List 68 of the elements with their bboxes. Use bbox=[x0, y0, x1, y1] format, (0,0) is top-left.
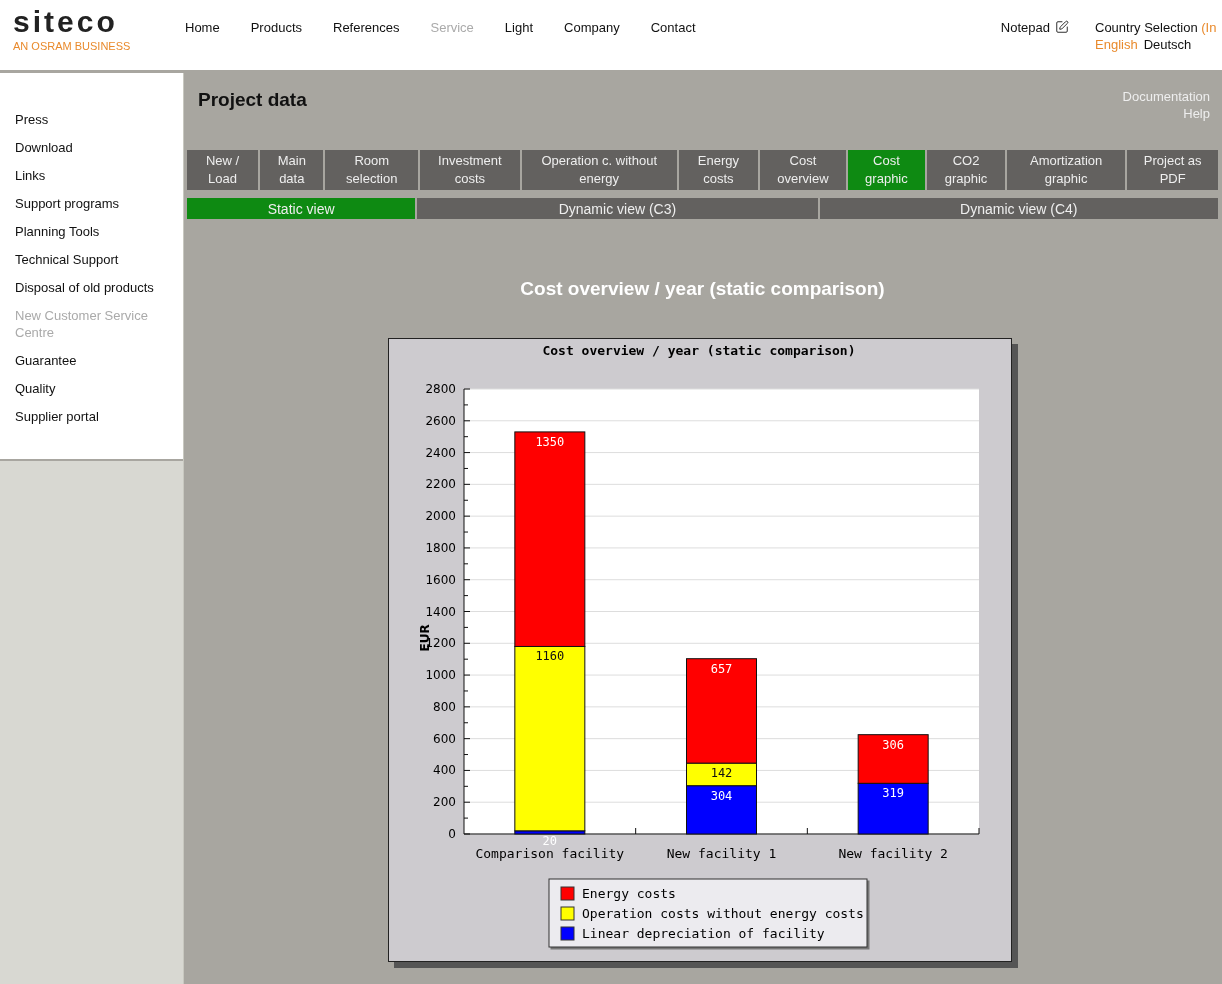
y-tick-label: 2600 bbox=[425, 413, 456, 428]
view-tab[interactable]: Dynamic view (C3) bbox=[417, 198, 818, 219]
bar-segment bbox=[857, 782, 929, 835]
y-tick-label: 2800 bbox=[425, 382, 456, 396]
category-label: New facility 1 bbox=[666, 846, 777, 861]
y-tick-label: 1600 bbox=[425, 572, 456, 587]
nav-link[interactable]: Contact bbox=[650, 20, 696, 35]
view-tab[interactable]: Static view bbox=[187, 198, 416, 219]
tab[interactable]: Investment costs bbox=[420, 150, 520, 190]
tab[interactable]: Main data bbox=[260, 150, 324, 190]
tab[interactable]: Operation c. without energy bbox=[521, 150, 677, 190]
tagline: AN OSRAM BUSINESS bbox=[13, 40, 132, 52]
sidebar-item[interactable]: Technical Support bbox=[15, 251, 165, 268]
chart-title: Cost overview / year (static comparison) bbox=[542, 343, 856, 358]
notepad-link[interactable]: Notepad bbox=[1000, 20, 1069, 36]
sidebar-item[interactable]: Planning Tools bbox=[15, 223, 165, 240]
tab[interactable]: Amortization graphic bbox=[1006, 150, 1126, 190]
y-tick-label: 1000 bbox=[425, 668, 456, 683]
y-tick-label: 400 bbox=[433, 763, 456, 778]
chart-heading: Cost overview / year (static comparison) bbox=[519, 278, 886, 300]
bar-value-label: 1160 bbox=[535, 649, 565, 664]
y-tick-label: 600 bbox=[433, 731, 456, 746]
legend-label: Energy costs bbox=[582, 886, 676, 901]
y-tick-label: 200 bbox=[433, 795, 456, 810]
country-selection-link[interactable]: Country Selection (In bbox=[1095, 20, 1222, 35]
language-link[interactable]: Deutsch bbox=[1143, 37, 1192, 52]
bar-value-label: 306 bbox=[882, 737, 904, 752]
logo[interactable]: siteco bbox=[13, 6, 185, 38]
sidebar-item[interactable]: Quality bbox=[15, 380, 165, 397]
bar-value-label: 1350 bbox=[535, 434, 565, 449]
category-label: New facility 2 bbox=[838, 846, 948, 861]
sidebar-item[interactable]: Links bbox=[15, 167, 165, 184]
nav-link[interactable]: References bbox=[333, 20, 400, 35]
tab[interactable]: Cost graphic bbox=[847, 150, 926, 190]
bar-value-label: 304 bbox=[710, 788, 733, 803]
y-tick-label: 800 bbox=[433, 699, 456, 714]
tab[interactable]: New / Load bbox=[187, 150, 259, 190]
view-tab[interactable]: Dynamic view (C4) bbox=[819, 198, 1218, 219]
y-tick-label: 1400 bbox=[425, 604, 456, 619]
edit-icon bbox=[1055, 20, 1069, 34]
category-label: Comparison facility bbox=[475, 846, 625, 861]
tab[interactable]: Project as PDF bbox=[1127, 150, 1218, 190]
y-tick-label: 1800 bbox=[425, 540, 456, 555]
sidebar-item[interactable]: Support programs bbox=[15, 195, 165, 212]
bar-value-label: 657 bbox=[710, 661, 733, 676]
y-tick-label: 2200 bbox=[425, 477, 456, 492]
sidebar-item[interactable]: Supplier portal bbox=[15, 408, 165, 425]
nav-link[interactable]: Light bbox=[504, 20, 534, 35]
y-tick-label: 2400 bbox=[425, 445, 456, 460]
legend-label: Operation costs without energy costs bbox=[582, 906, 864, 921]
legend-label: Linear depreciation of facility bbox=[582, 926, 825, 941]
tab[interactable]: Energy costs bbox=[678, 150, 759, 190]
bar-segment bbox=[857, 734, 929, 784]
nav-link[interactable]: Products bbox=[250, 20, 302, 35]
sidebar-item[interactable]: Disposal of old products bbox=[15, 279, 165, 296]
y-tick-label: 0 bbox=[448, 827, 456, 841]
tab[interactable]: CO2 graphic bbox=[927, 150, 1005, 190]
y-tick-label: 2000 bbox=[425, 509, 456, 524]
bar-value-label: 142 bbox=[710, 766, 733, 781]
sidebar-item[interactable]: Guarantee bbox=[15, 352, 165, 369]
sidebar-item[interactable]: Download bbox=[15, 139, 165, 156]
page-title: Project data bbox=[198, 89, 307, 112]
tab[interactable]: Cost overview bbox=[760, 150, 846, 190]
nav-link[interactable]: Home bbox=[185, 20, 220, 35]
tab[interactable]: Room selection bbox=[325, 150, 418, 190]
bar-value-label: 319 bbox=[882, 786, 904, 801]
sidebar-item[interactable]: Press bbox=[15, 111, 165, 128]
nav-link[interactable]: Company bbox=[564, 20, 620, 35]
